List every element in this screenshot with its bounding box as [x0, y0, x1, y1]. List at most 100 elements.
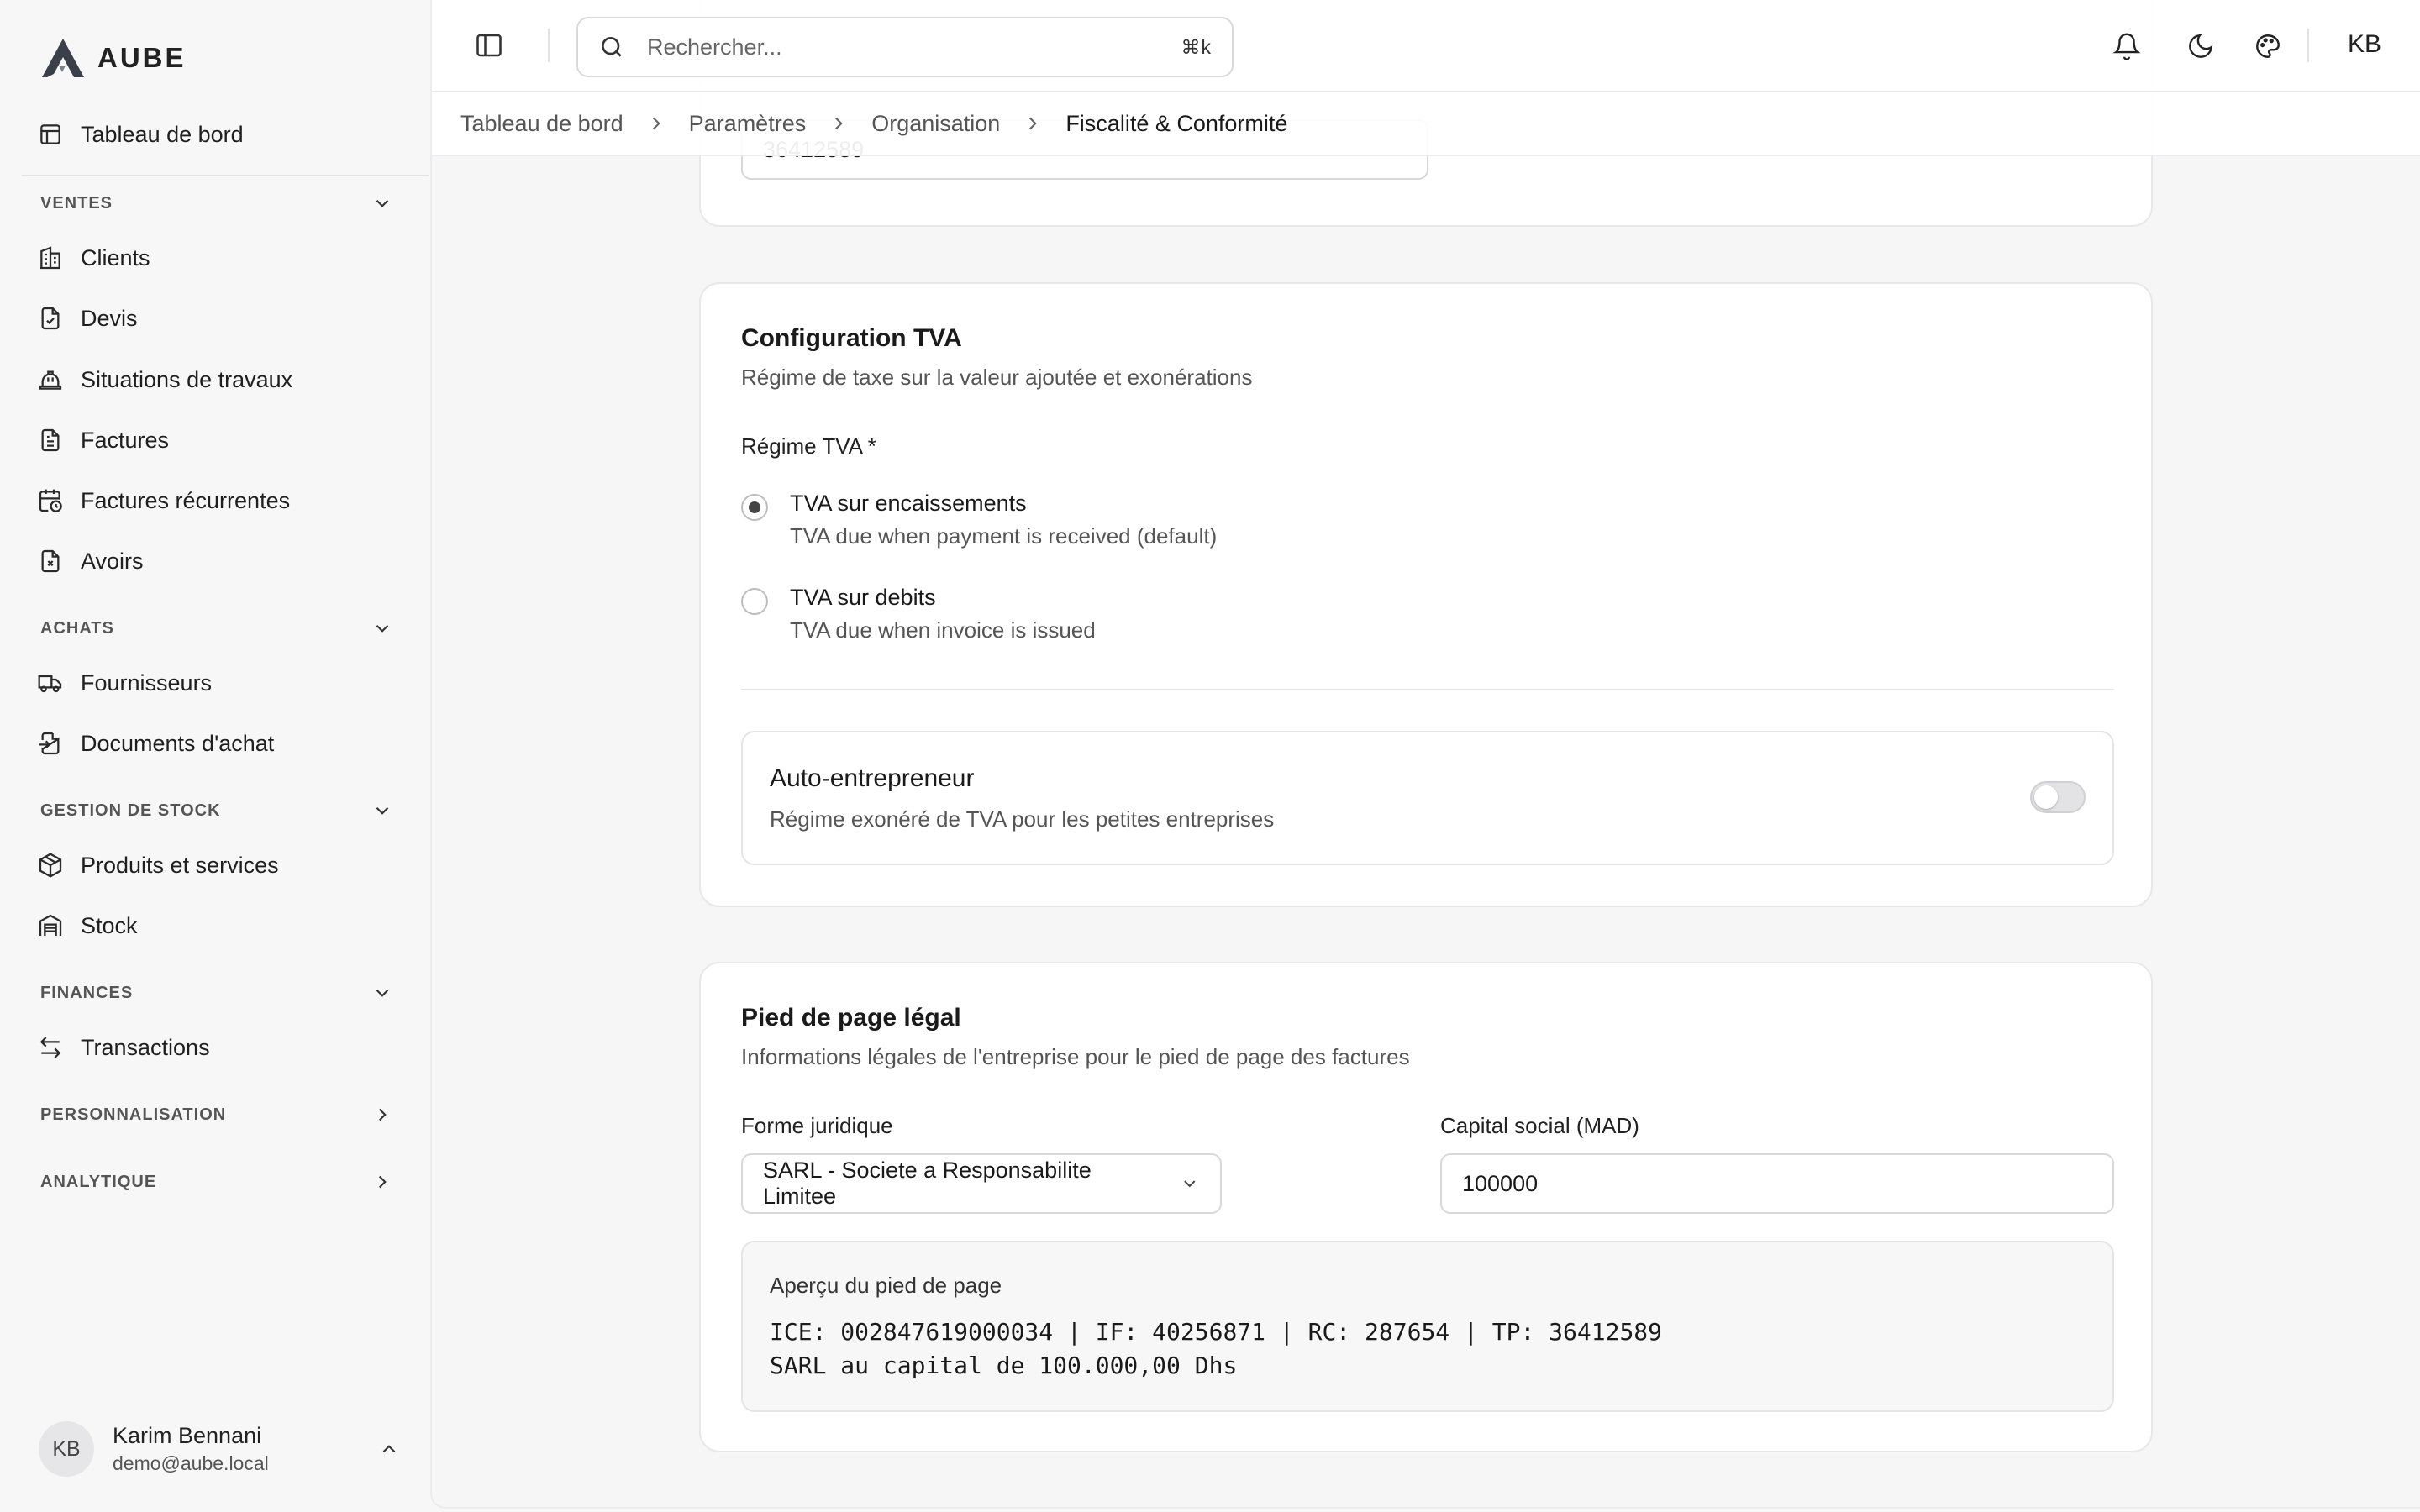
- radio-desc: TVA due when invoice is issued: [790, 617, 1096, 643]
- breadcrumb-current: Fiscalité & Conformité: [1065, 110, 1288, 136]
- moon-icon[interactable]: [2186, 32, 2215, 60]
- brand-name: AUBE: [97, 42, 187, 73]
- section-label: GESTION DE STOCK: [40, 801, 221, 820]
- chevron-down-icon: [1184, 1180, 1196, 1188]
- section-label: ACHATS: [40, 618, 114, 638]
- sidebar-item-label: Stock: [81, 912, 138, 938]
- section-personnalisation[interactable]: PERSONNALISATION: [40, 1098, 393, 1131]
- breadcrumb-item[interactable]: Organisation: [871, 111, 1000, 137]
- section-achats[interactable]: ACHATS: [40, 612, 393, 645]
- sidebar: AUBE Tableau de bord VENTES Clients Devi…: [0, 0, 429, 1512]
- section-analytique[interactable]: ANALYTIQUE: [40, 1165, 393, 1199]
- chevron-right-icon: [378, 1175, 387, 1189]
- section-stock[interactable]: GESTION DE STOCK: [40, 794, 393, 827]
- forme-value: SARL - Societe a Responsabilite Limitee: [763, 1158, 1092, 1209]
- sidebar-item-label: Devis: [81, 305, 138, 331]
- sidebar-toggle-icon[interactable]: [474, 30, 504, 60]
- dashboard-icon: [40, 124, 60, 144]
- forme-select[interactable]: SARL - Societe a Responsabilite Limitee: [741, 1153, 1222, 1214]
- chevron-right-icon: [378, 1108, 387, 1121]
- sidebar-item-situations[interactable]: Situations de travaux: [37, 356, 390, 403]
- bell-icon[interactable]: [2112, 32, 2141, 60]
- avatar: KB: [39, 1421, 94, 1477]
- regime-label: Régime TVA *: [741, 433, 876, 459]
- radio-desc: TVA due when payment is received (defaul…: [790, 523, 1218, 549]
- sidebar-item-documents-achat[interactable]: Documents d'achat: [37, 720, 390, 767]
- sidebar-item-label: Produits et services: [81, 852, 279, 878]
- sidebar-item-label: Transactions: [81, 1034, 210, 1060]
- topbar: Rechercher... ⌘k KB: [432, 0, 2420, 92]
- user-email: demo@aube.local: [113, 1452, 269, 1474]
- truck-icon: [38, 675, 62, 693]
- hard-hat-icon: [39, 370, 62, 390]
- card-subtitle: Régime de taxe sur la valeur ajoutée et …: [741, 365, 1253, 390]
- search-input[interactable]: Rechercher... ⌘k: [576, 17, 1234, 77]
- sidebar-item-stock[interactable]: Stock: [37, 902, 390, 949]
- sidebar-item-label: Documents d'achat: [81, 730, 275, 756]
- preview-line-1: ICE: 002847619000034 | IF: 40256871 | RC…: [770, 1318, 1663, 1346]
- section-finances[interactable]: FINANCES: [40, 976, 393, 1010]
- section-ventes[interactable]: VENTES: [40, 186, 393, 220]
- divider: [22, 175, 429, 176]
- card-title: Pied de page légal: [741, 1004, 961, 1032]
- capital-label: Capital social (MAD): [1440, 1113, 1639, 1138]
- chevron-down-icon: [376, 806, 389, 815]
- sidebar-item-label: Clients: [81, 244, 150, 270]
- calendar-clock-icon: [39, 489, 62, 512]
- user-name: Karim Bennani: [113, 1423, 262, 1448]
- file-text-icon: [41, 428, 60, 452]
- chevron-down-icon: [376, 199, 389, 207]
- breadcrumb: Tableau de bord Paramètres Organisation …: [432, 92, 2420, 156]
- sidebar-item-avoirs[interactable]: Avoirs: [37, 538, 390, 585]
- radio-title: TVA sur encaissements: [790, 491, 1027, 516]
- sidebar-item-transactions[interactable]: Transactions: [37, 1024, 390, 1071]
- card-subtitle: Informations légales de l'entreprise pou…: [741, 1044, 1410, 1069]
- chevron-down-icon: [376, 989, 389, 997]
- search-shortcut: ⌘k: [1181, 35, 1212, 58]
- section-label: FINANCES: [40, 983, 134, 1002]
- sidebar-item-factures[interactable]: Factures: [37, 417, 390, 464]
- auto-entrepreneur-desc: Régime exonéré de TVA pour les petites e…: [770, 806, 1275, 832]
- preview-line-2: SARL au capital de 100.000,00 Dhs: [770, 1352, 1238, 1379]
- sidebar-item-label: Factures récurrentes: [81, 487, 291, 513]
- chevron-right-icon: [835, 117, 844, 130]
- radio-encaissements[interactable]: [741, 494, 768, 521]
- sidebar-item-label: Fournisseurs: [81, 669, 213, 696]
- search-placeholder: Rechercher...: [647, 34, 782, 60]
- tva-card: Configuration TVA Régime de taxe sur la …: [699, 282, 2153, 907]
- chevron-down-icon: [376, 624, 389, 633]
- palette-icon[interactable]: [2254, 32, 2282, 60]
- brand-logo[interactable]: AUBE: [40, 37, 187, 79]
- radio-title: TVA sur debits: [790, 585, 936, 610]
- capital-field[interactable]: 100000: [1440, 1153, 2114, 1214]
- auto-entrepreneur-box: Auto-entrepreneur Régime exonéré de TVA …: [741, 731, 2114, 865]
- section-label: ANALYTIQUE: [40, 1172, 157, 1191]
- sidebar-item-fournisseurs[interactable]: Fournisseurs: [37, 659, 390, 706]
- breadcrumb-item[interactable]: Paramètres: [689, 111, 807, 137]
- warehouse-icon: [39, 914, 62, 936]
- divider: [548, 29, 550, 62]
- main-panel: Rechercher... ⌘k KB Tableau de bord Para…: [430, 0, 2420, 1509]
- user-menu[interactable]: KB Karim Bennani demo@aube.local: [39, 1421, 400, 1477]
- sidebar-item-factures-recurrentes[interactable]: Factures récurrentes: [37, 477, 390, 524]
- auto-entrepreneur-title: Auto-entrepreneur: [770, 764, 975, 792]
- account-avatar[interactable]: KB: [2348, 30, 2381, 59]
- aube-logo-icon: [42, 39, 84, 77]
- preview-label: Aperçu du pied de page: [770, 1273, 1002, 1298]
- sidebar-item-label: Tableau de bord: [81, 121, 244, 147]
- section-label: PERSONNALISATION: [40, 1105, 227, 1124]
- search-icon: [602, 37, 622, 57]
- sidebar-item-clients[interactable]: Clients: [37, 234, 390, 281]
- auto-entrepreneur-toggle[interactable]: [2030, 781, 2086, 813]
- sidebar-item-label: Situations de travaux: [81, 366, 293, 392]
- chevron-up-icon: [382, 1445, 396, 1453]
- sidebar-item-devis[interactable]: Devis: [37, 295, 390, 342]
- breadcrumb-item[interactable]: Tableau de bord: [460, 111, 623, 137]
- building-icon: [40, 246, 60, 270]
- divider: [741, 689, 2114, 690]
- sidebar-item-label: Avoirs: [81, 548, 144, 574]
- sidebar-item-dashboard[interactable]: Tableau de bord: [37, 111, 390, 158]
- radio-debits[interactable]: [741, 588, 768, 615]
- card-title: Configuration TVA: [741, 324, 962, 352]
- sidebar-item-produits[interactable]: Produits et services: [37, 842, 390, 889]
